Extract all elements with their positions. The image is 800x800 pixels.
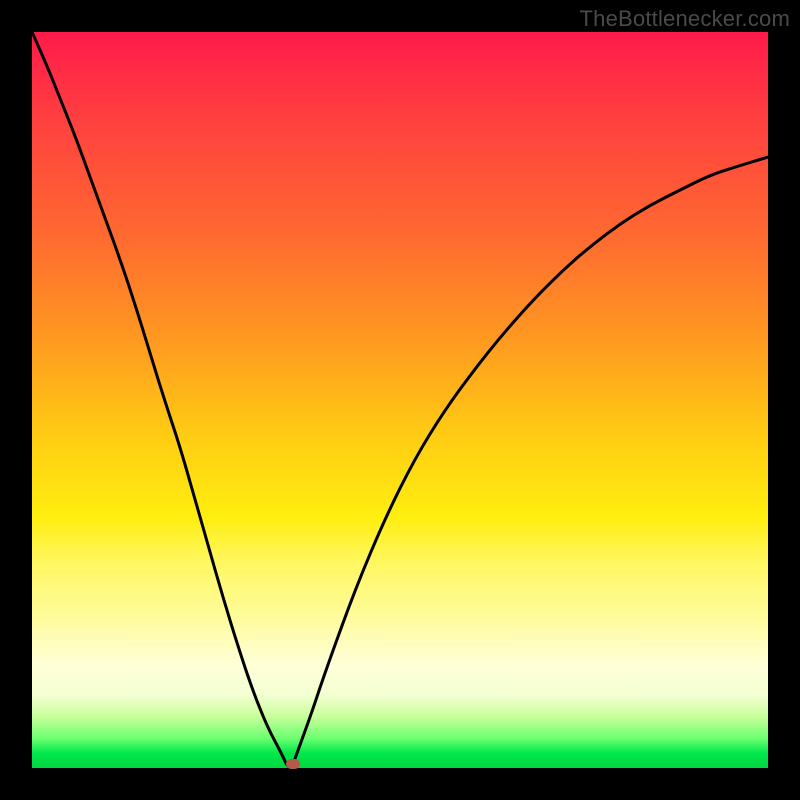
curve-path	[32, 32, 768, 767]
watermark-text: TheBottlenecker.com	[580, 6, 790, 32]
min-marker	[286, 759, 300, 769]
bottleneck-curve	[32, 32, 768, 768]
chart-frame: TheBottlenecker.com	[0, 0, 800, 800]
plot-area	[32, 32, 768, 768]
